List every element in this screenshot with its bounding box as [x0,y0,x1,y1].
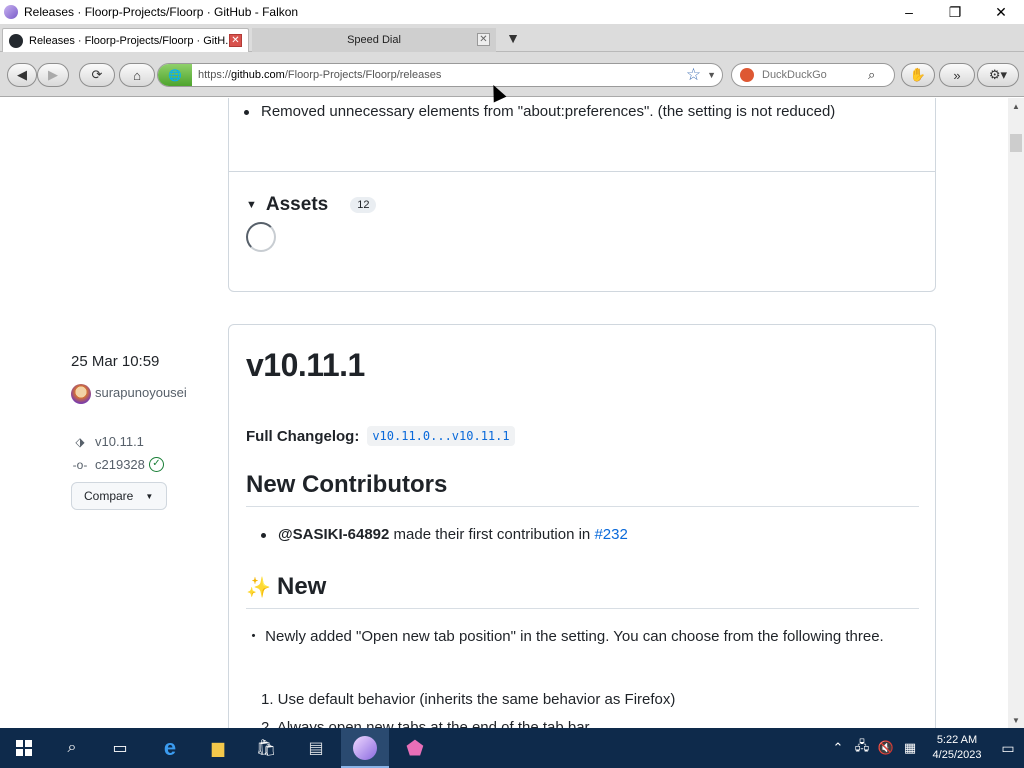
site-info-icon[interactable]: 🌐 [158,64,192,86]
search-icon[interactable]: ⌕ [868,67,875,83]
assets-count-badge: 12 [350,197,377,213]
windows-taskbar: ⌕ ▭ e ▆ 🛍 ▤ ⬟ ⌃ 🖧 🔇 ▦ 5:22 AM 4/25/2023 … [0,728,1024,768]
github-icon [9,33,23,48]
contributor-link[interactable]: @SASIKI-64892 [278,526,389,543]
release-date: 25 Mar 10:59 [71,353,160,370]
close-button[interactable]: ✕ [978,0,1024,24]
falkon-taskbar-icon[interactable] [341,728,389,768]
tab-speed-dial[interactable]: Speed Dial ✕ [252,28,496,52]
system-tray: ⌃ 🖧 🔇 ▦ 5:22 AM 4/25/2023 ▭ [826,728,1024,768]
tab-bar: Releases · Floorp-Projects/Floorp · GitH… [0,24,1024,52]
tab-title: Speed Dial [347,34,401,46]
new-heading: ✨ New [246,573,327,600]
duckduckgo-icon [740,68,754,82]
compare-button[interactable]: Compare ▼ [71,482,167,510]
forward-button[interactable]: ▶ [37,63,69,87]
title-bar: Releases · Floorp-Projects/Floorp · GitH… [0,0,1024,24]
chevron-down-icon: ▼ [145,491,154,501]
notifications-icon[interactable]: ▭ [992,740,1024,757]
url-history-dropdown-icon[interactable]: ▼ [707,70,716,80]
address-bar[interactable]: 🌐 https://github.com/Floorp-Projects/Flo… [157,63,723,87]
loading-spinner-icon [246,222,276,252]
search-icon[interactable]: ⌕ [48,728,96,768]
notepad-icon[interactable]: ▤ [292,728,340,768]
divider [246,608,919,609]
store-icon[interactable]: 🛍 [242,728,290,768]
search-input[interactable] [762,69,862,81]
paragraph: ・ Newly added "Open new tab position" in… [246,628,884,645]
scroll-up-icon[interactable]: ▲ [1008,98,1024,114]
more-tools-icon[interactable]: » [939,63,975,87]
caret-down-icon: ▼ [246,199,257,211]
verified-check-icon[interactable]: ✓ [148,457,164,472]
avatar[interactable] [71,383,91,404]
divider [246,506,919,507]
tab-title: Releases · Floorp-Projects/Floorp · GitH… [29,34,235,47]
tag-icon: ⬗ [75,434,85,449]
minimize-button[interactable]: – [886,0,932,24]
tab-close-icon[interactable]: ✕ [229,34,242,47]
window-title: Releases · Floorp-Projects/Floorp · GitH… [24,5,299,19]
tab-list-menu-icon[interactable]: ▼ [504,30,522,48]
assets-toggle[interactable]: ▼ Assets 12 [246,194,377,216]
show-hidden-icons-icon[interactable]: ⌃ [826,740,850,756]
reload-icon[interactable]: ⟳ [79,63,115,87]
search-bar[interactable]: ⌕ [731,63,895,87]
assets-heading: Assets [265,194,329,215]
home-icon[interactable]: ⌂ [119,63,155,87]
file-explorer-icon[interactable]: ▆ [194,728,242,768]
tab-close-icon[interactable]: ✕ [477,33,490,46]
bookmark-star-icon[interactable]: ☆ [686,65,701,85]
network-icon[interactable]: 🖧 [850,737,874,759]
release-tag[interactable]: ⬗ v10.11.1 [71,434,144,449]
app-icon[interactable]: ⬟ [391,728,439,768]
list-item: Removed unnecessary elements from "about… [243,103,836,120]
new-contributors-heading: New Contributors [246,471,448,498]
start-button[interactable] [0,728,48,768]
tab-releases[interactable]: Releases · Floorp-Projects/Floorp · GitH… [2,28,249,52]
task-view-icon[interactable]: ▭ [96,728,144,768]
scroll-thumb[interactable] [1010,134,1022,152]
release-commit[interactable]: -o- c219328 ✓ [71,457,164,472]
windows-logo-icon [16,740,32,756]
list-item: 1. Use default behavior (inherits the sa… [261,691,676,708]
maximize-button[interactable]: ❐ [932,0,978,24]
list-item: @SASIKI-64892 made their first contribut… [261,526,628,543]
page-content: Removed unnecessary elements from "about… [0,98,1008,728]
release-author[interactable]: surapunoyousei [71,382,191,404]
scroll-down-icon[interactable]: ▼ [1008,712,1024,728]
full-changelog: Full Changelog: v10.11.0...v10.11.1 [246,426,515,446]
list-item: 2. Always open new tabs at the end of th… [261,719,590,728]
falkon-logo-icon [4,5,18,19]
pr-link[interactable]: #232 [594,526,627,543]
divider [229,171,935,172]
settings-gear-icon[interactable]: ⚙▾ [977,63,1019,87]
search-engine-selector[interactable] [732,64,762,86]
clock[interactable]: 5:22 AM 4/25/2023 [922,733,992,763]
edge-icon[interactable]: e [146,728,194,768]
window-controls: – ❐ ✕ [886,0,1024,24]
url-text[interactable]: https://github.com/Floorp-Projects/Floor… [198,69,686,81]
adblock-icon[interactable]: ✋ [901,63,935,87]
previous-release-card: Removed unnecessary elements from "about… [228,98,936,292]
falkon-window: Releases · Floorp-Projects/Floorp · GitH… [0,0,1024,768]
volume-muted-icon[interactable]: 🔇 [874,740,898,756]
commit-icon: -o- [72,457,88,472]
input-icon[interactable]: ▦ [898,740,922,756]
sparkles-icon: ✨ [246,577,271,599]
release-title[interactable]: v10.11.1 [246,347,365,384]
changelog-link[interactable]: v10.11.0...v10.11.1 [367,426,515,446]
release-card: v10.11.1 Full Changelog: v10.11.0...v10.… [228,324,936,728]
navigation-toolbar: ◀ ▶ ⟳ ⌂ 🌐 https://github.com/Floorp-Proj… [0,52,1024,97]
vertical-scrollbar[interactable]: ▲ ▼ [1008,98,1024,728]
back-button[interactable]: ◀ [7,63,37,87]
